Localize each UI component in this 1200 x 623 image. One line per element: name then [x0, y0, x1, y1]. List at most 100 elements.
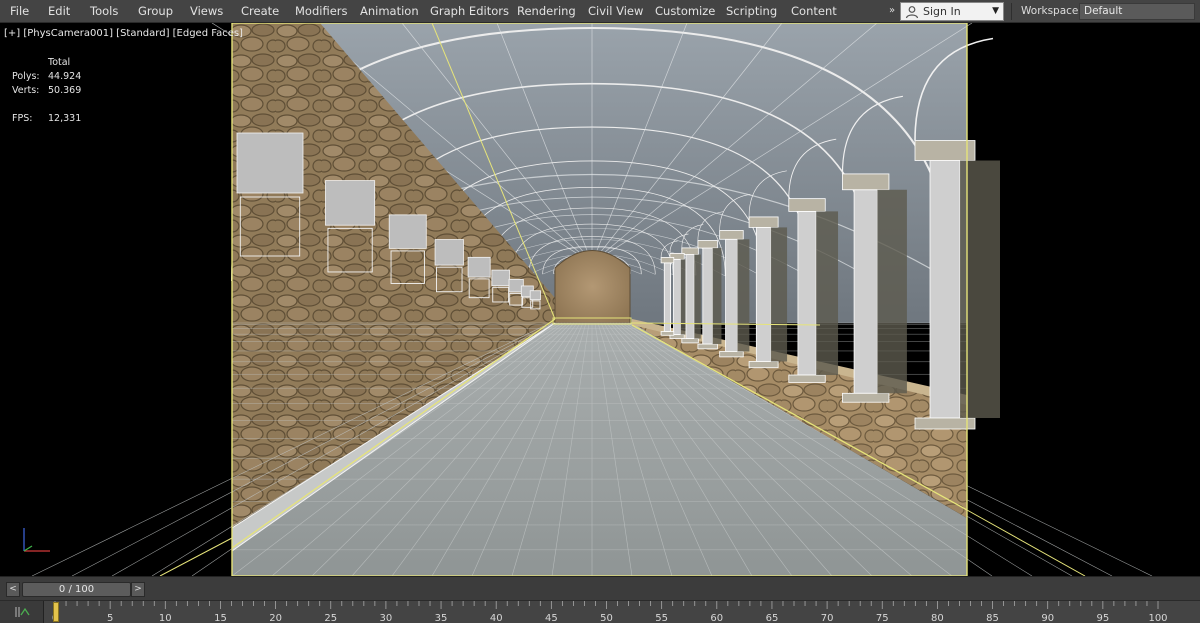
- colonnade-bay: [770, 227, 788, 362]
- column-shaft: [702, 247, 713, 345]
- menu-graph-editors[interactable]: Graph Editors: [430, 0, 509, 23]
- column-capital: [697, 240, 718, 249]
- ruler-label: 100: [1148, 613, 1167, 623]
- ruler-label: 15: [214, 613, 227, 623]
- ruler-label: 25: [324, 613, 337, 623]
- column-base: [788, 374, 826, 383]
- menu-animation[interactable]: Animation: [360, 0, 419, 23]
- ruler-label: 60: [710, 613, 723, 623]
- wall-capital: [467, 256, 491, 278]
- column-base: [681, 338, 699, 344]
- column-base: [719, 351, 744, 358]
- sign-in-dropdown[interactable]: Sign In ▼: [900, 2, 1004, 21]
- column-base: [697, 343, 718, 350]
- ruler-label: 50: [600, 613, 613, 623]
- colonnade-bay: [960, 160, 1000, 418]
- viewport-label-menu[interactable]: [+] [PhysCamera001] [Standard] [Edged Fa…: [4, 28, 243, 39]
- ruler-label: 85: [986, 613, 999, 623]
- ruler-label: 65: [766, 613, 779, 623]
- column-shaft: [725, 238, 738, 352]
- curve-editor-icon: [15, 607, 30, 617]
- column-shaft: [663, 262, 671, 332]
- menu-scripting[interactable]: Scripting: [726, 0, 777, 23]
- wall-capital: [491, 269, 510, 287]
- verts-label: Verts:: [12, 85, 40, 96]
- frustum-outer-left: [159, 537, 233, 576]
- ruler-label: 5: [107, 613, 113, 623]
- far-end-arch: [554, 250, 631, 324]
- ruler-label: 30: [380, 613, 393, 623]
- wall-capital: [529, 290, 541, 301]
- column-shaft: [755, 227, 772, 362]
- ruler-label: 95: [1096, 613, 1109, 623]
- column-capital: [660, 257, 675, 264]
- fps-label: FPS:: [12, 113, 33, 124]
- wall-capital: [325, 180, 376, 226]
- menu-overflow-button[interactable]: »: [886, 2, 898, 20]
- track-bar[interactable]: 0510152025303540455055606570758085909510…: [0, 600, 1200, 623]
- previous-frame-button[interactable]: <: [6, 582, 20, 597]
- menu-create[interactable]: Create: [241, 0, 279, 23]
- colonnade-bay: [712, 248, 722, 345]
- colonnade-bay: [877, 189, 907, 394]
- time-slider-bar: < 0 / 100 >: [0, 576, 1200, 600]
- column-base: [660, 331, 675, 336]
- fps-value: 12,331: [48, 113, 82, 124]
- column-shaft: [797, 210, 817, 376]
- ruler-label: 45: [545, 613, 558, 623]
- menu-group[interactable]: Group: [138, 0, 173, 23]
- column-capital: [719, 230, 744, 240]
- menu-content[interactable]: Content: [791, 0, 837, 23]
- menu-customize[interactable]: Customize: [655, 0, 715, 23]
- frustum-outer-right: [966, 509, 1086, 576]
- chevron-down-icon: ▼: [992, 6, 999, 16]
- ruler-label: 40: [490, 613, 503, 623]
- menu-file[interactable]: File: [10, 0, 29, 23]
- menu-edit[interactable]: Edit: [48, 0, 70, 23]
- timeline-ruler[interactable]: 0510152025303540455055606570758085909510…: [46, 601, 1200, 623]
- colonnade-bay: [816, 211, 839, 376]
- menu-tools[interactable]: Tools: [90, 0, 118, 23]
- column-base: [914, 417, 976, 430]
- menu-modifiers[interactable]: Modifiers: [295, 0, 348, 23]
- column-capital: [842, 173, 890, 191]
- camera-viewport[interactable]: [+] [PhysCamera001] [Standard] [Edged Fa…: [0, 23, 1200, 576]
- next-frame-button[interactable]: >: [131, 582, 145, 597]
- viewport-render[interactable]: [0, 23, 1200, 576]
- wall-capital: [236, 132, 304, 194]
- sign-in-label: Sign In: [923, 5, 961, 18]
- ruler-label: 75: [876, 613, 889, 623]
- ruler-label: 10: [159, 613, 172, 623]
- polys-label: Polys:: [12, 71, 40, 82]
- workspace-select[interactable]: Default: [1079, 3, 1195, 20]
- column-base: [748, 361, 779, 369]
- time-slider-thumb[interactable]: 0 / 100: [22, 582, 131, 597]
- column-shaft: [929, 160, 961, 419]
- menu-views[interactable]: Views: [190, 0, 223, 23]
- column-shaft: [685, 254, 695, 339]
- column-capital: [788, 198, 826, 212]
- column-base: [842, 392, 890, 403]
- menu-civil-view[interactable]: Civil View: [588, 0, 643, 23]
- workspaces-label: Workspaces:: [1021, 5, 1088, 17]
- colonnade-bay: [737, 239, 750, 352]
- ruler-label: 90: [1041, 613, 1054, 623]
- verts-value: 50.369: [48, 85, 82, 96]
- polys-value: 44.924: [48, 71, 82, 82]
- toolbar-separator: [1011, 3, 1012, 20]
- stats-header: Total: [48, 57, 71, 68]
- column-shaft: [853, 189, 878, 394]
- curve-editor-toggle[interactable]: [0, 601, 44, 623]
- axis-tripod-icon: [23, 528, 50, 552]
- menu-rendering[interactable]: Rendering: [517, 0, 576, 23]
- ruler-label: 20: [269, 613, 282, 623]
- menu-bar: File Edit Tools Group Views Create Modifiers An…: [0, 0, 1200, 23]
- column-capital: [748, 216, 779, 228]
- user-icon: [905, 6, 919, 19]
- colonnade-bay: [694, 254, 701, 339]
- ruler-label: 35: [435, 613, 448, 623]
- column-capital: [914, 140, 976, 161]
- ruler-label: 70: [821, 613, 834, 623]
- wall-capital: [388, 214, 427, 249]
- current-frame-marker[interactable]: [53, 602, 59, 622]
